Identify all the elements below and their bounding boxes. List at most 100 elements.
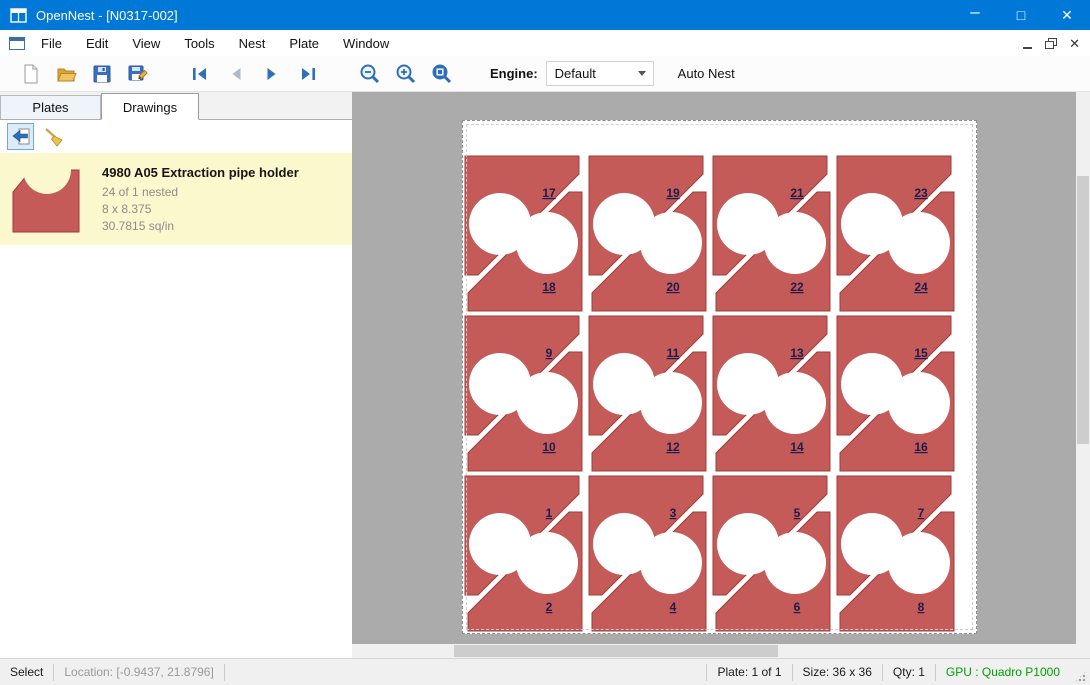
part-number: 10 <box>542 440 556 454</box>
part-number: 2 <box>546 600 553 614</box>
import-drawing-icon <box>10 126 32 148</box>
app-icon <box>10 8 27 23</box>
part-number: 21 <box>790 186 804 200</box>
nest-pair: 1314 <box>713 316 830 471</box>
status-gpu: GPU : Quadro P1000 <box>936 665 1070 679</box>
drawing-list-item[interactable]: 4980 A05 Extraction pipe holder 24 of 1 … <box>0 153 352 245</box>
drawing-nested-count: 24 of 1 nested <box>102 184 299 201</box>
drawings-toolbar <box>0 120 352 153</box>
save-button[interactable] <box>84 59 120 89</box>
part-number: 18 <box>542 280 556 294</box>
nav-first-icon <box>189 63 211 85</box>
nest-pair: 56 <box>713 476 830 631</box>
zoom-out-button[interactable] <box>352 59 388 89</box>
window-title: OpenNest - [N0317-002] <box>36 8 178 23</box>
part-number: 22 <box>790 280 804 294</box>
menu-item-edit[interactable]: Edit <box>74 31 120 56</box>
engine-select[interactable]: Default <box>546 61 654 86</box>
tab-plates[interactable]: Plates <box>0 95 101 119</box>
part-notch <box>640 372 702 434</box>
status-plate: Plate: 1 of 1 <box>707 665 791 679</box>
close-button[interactable]: ✕ <box>1044 0 1090 30</box>
part-notch <box>764 212 826 274</box>
part-notch <box>888 212 950 274</box>
part-number: 9 <box>546 346 553 360</box>
mdi-minimize-icon[interactable] <box>1023 38 1032 49</box>
part-number: 4 <box>670 600 677 614</box>
horizontal-scrollbar[interactable] <box>352 644 1076 658</box>
status-location: Location: [-0.9437, 21.8796] <box>54 665 223 679</box>
menu-item-file[interactable]: File <box>29 31 74 56</box>
status-bar: Select Location: [-0.9437, 21.8796] Plat… <box>0 658 1090 685</box>
nest-svg: 171819202122232491011121314151612345678 <box>463 121 976 633</box>
plate-sheet[interactable]: 171819202122232491011121314151612345678 <box>462 120 977 634</box>
part-notch <box>640 212 702 274</box>
last-plate-button[interactable] <box>290 59 326 89</box>
clean-button[interactable] <box>40 123 67 150</box>
part-number: 12 <box>666 440 680 454</box>
zoom-in-button[interactable] <box>388 59 424 89</box>
next-plate-button[interactable] <box>254 59 290 89</box>
main-toolbar: Engine: Default Auto Nest <box>0 56 1090 92</box>
sidebar-tabs: Plates Drawings <box>0 92 352 120</box>
import-drawing-button[interactable] <box>7 123 34 150</box>
open-button[interactable] <box>48 59 84 89</box>
nest-canvas[interactable]: 171819202122232491011121314151612345678 <box>352 92 1090 658</box>
vertical-scrollbar-thumb[interactable] <box>1077 176 1089 444</box>
part-notch <box>516 372 578 434</box>
opennest-window: OpenNest - [N0317-002] – □ ✕ FileEditVie… <box>0 0 1090 685</box>
mdi-restore-icon[interactable] <box>1045 38 1056 49</box>
engine-label: Engine: <box>490 66 538 81</box>
part-number: 20 <box>666 280 680 294</box>
menu-item-window[interactable]: Window <box>331 31 401 56</box>
new-document-icon <box>19 63 41 85</box>
menu-item-tools[interactable]: Tools <box>172 31 226 56</box>
mdi-close-icon[interactable]: ✕ <box>1069 37 1080 50</box>
vertical-scrollbar[interactable] <box>1076 92 1090 644</box>
part-thumbnail <box>8 161 84 237</box>
status-qty: Qty: 1 <box>883 665 935 679</box>
drawing-area: 30.7815 sq/in <box>102 218 299 235</box>
part-number: 13 <box>790 346 804 360</box>
part-number: 1 <box>546 506 553 520</box>
menu-item-view[interactable]: View <box>120 31 172 56</box>
part-number: 24 <box>914 280 928 294</box>
new-button[interactable] <box>12 59 48 89</box>
part-notch <box>640 532 702 594</box>
tab-drawings[interactable]: Drawings <box>101 93 199 120</box>
minimize-button[interactable]: – <box>952 0 998 33</box>
save-edit-button[interactable] <box>120 59 156 89</box>
chevron-down-icon <box>638 71 646 76</box>
part-notch <box>516 532 578 594</box>
part-number: 16 <box>914 440 928 454</box>
open-folder-icon <box>55 63 77 85</box>
nest-pair: 23 24 <box>837 156 954 311</box>
drawing-title: 4980 A05 Extraction pipe holder <box>102 164 299 181</box>
zoom-fit-button[interactable] <box>424 59 460 89</box>
first-plate-button[interactable] <box>182 59 218 89</box>
nest-pair: 21 22 <box>713 156 830 311</box>
engine-value: Default <box>547 66 638 81</box>
maximize-button[interactable]: □ <box>998 0 1044 30</box>
part-number: 8 <box>918 600 925 614</box>
horizontal-scrollbar-thumb[interactable] <box>454 645 778 657</box>
nest-pair: 34 <box>589 476 706 631</box>
part-number: 6 <box>794 600 801 614</box>
part-notch <box>516 212 578 274</box>
save-icon <box>91 63 113 85</box>
previous-plate-button[interactable] <box>218 59 254 89</box>
part-number: 7 <box>918 506 925 520</box>
status-size: Size: 36 x 36 <box>793 665 882 679</box>
broom-icon <box>43 126 65 148</box>
part-number: 23 <box>914 186 928 200</box>
menu-bar: FileEditViewToolsNestPlateWindow ✕ <box>0 30 1090 56</box>
scrollbar-corner <box>1076 644 1090 658</box>
part-number: 5 <box>794 506 801 520</box>
auto-nest-button[interactable]: Auto Nest <box>670 60 743 87</box>
menu-item-nest[interactable]: Nest <box>227 31 278 56</box>
part-number: 19 <box>666 186 680 200</box>
resize-grip[interactable] <box>1074 670 1087 683</box>
drawing-dimensions: 8 x 8.375 <box>102 201 299 218</box>
mdi-child-icon[interactable] <box>9 37 25 50</box>
menu-item-plate[interactable]: Plate <box>277 31 331 56</box>
